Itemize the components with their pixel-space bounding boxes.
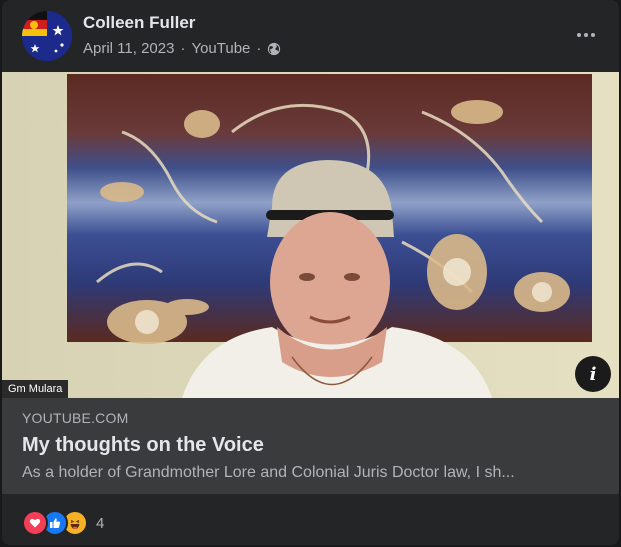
globe-icon [268,42,281,55]
reaction-count: 4 [96,514,105,532]
love-icon [22,510,48,536]
link-domain: YOUTUBE.COM [22,410,129,426]
meta-separator: · [180,40,186,57]
video-thumbnail[interactable]: Gm Mulara i [2,72,619,398]
post-header: Colleen Fuller April 11, 2023 · YouTube … [2,0,619,72]
post-meta: April 11, 2023 · YouTube · [83,40,281,57]
link-description: As a holder of Grandmother Lore and Colo… [22,464,515,481]
flag-avatar-icon [22,11,72,61]
reactions-summary[interactable]: 4 [22,510,104,536]
meta-separator: · [256,40,262,57]
avatar[interactable] [22,11,72,61]
link-title: My thoughts on the Voice [22,434,264,456]
info-icon[interactable]: i [575,356,611,392]
post-source: YouTube [191,40,251,57]
ellipsis-icon [577,33,581,37]
post-card: Colleen Fuller April 11, 2023 · YouTube … [2,0,619,545]
video-name-label: Gm Mulara [2,380,69,398]
post-date[interactable]: April 11, 2023 [83,40,174,57]
author-name[interactable]: Colleen Fuller [83,13,195,33]
video-frame-image [2,72,619,398]
more-options-button[interactable] [569,22,603,48]
link-preview[interactable]: YOUTUBE.COM My thoughts on the Voice As … [2,398,619,494]
